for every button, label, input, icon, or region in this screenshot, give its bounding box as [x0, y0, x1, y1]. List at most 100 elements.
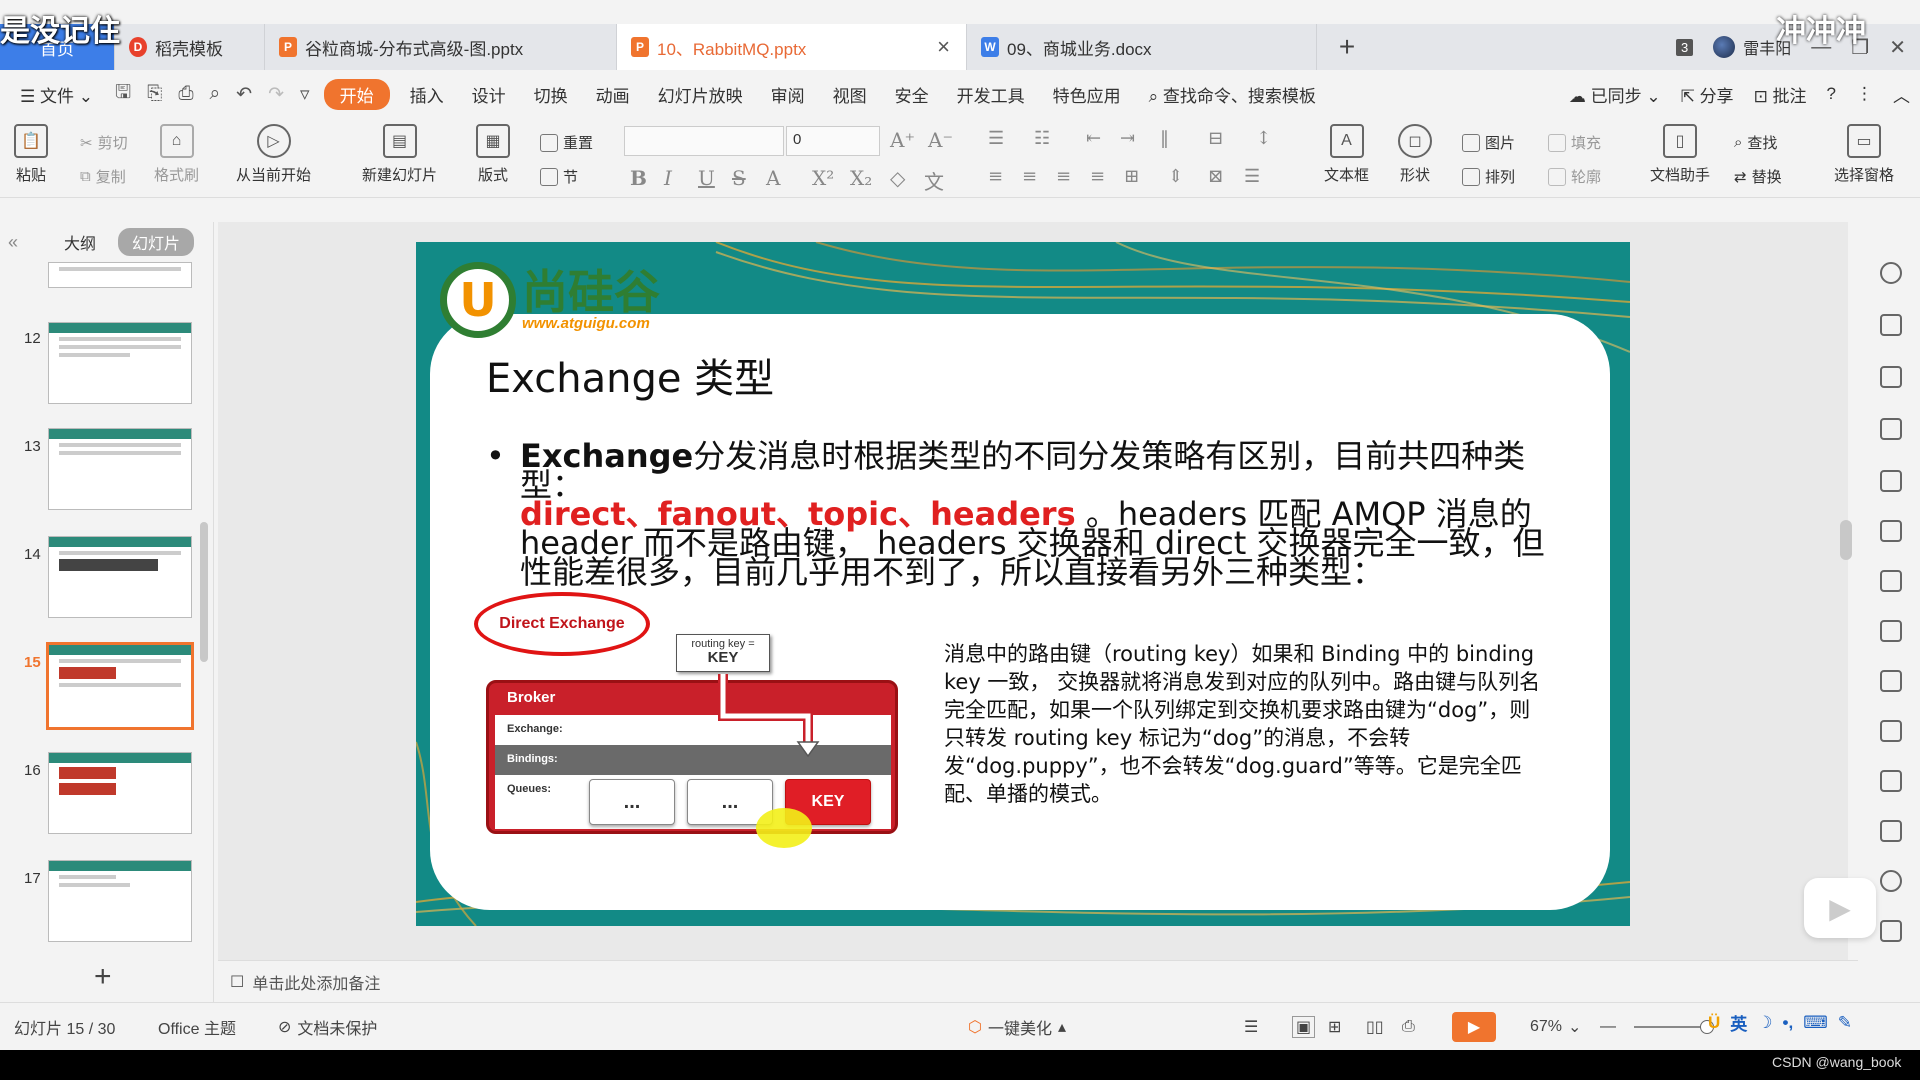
section-button[interactable]: 节 [540, 166, 578, 187]
direct-exchange-description[interactable]: 消息中的路由键（routing key）如果和 Binding 中的 bindi… [944, 640, 1544, 808]
redo-icon[interactable]: ↷ [260, 83, 292, 106]
font-family-select[interactable] [624, 126, 784, 156]
picture-button[interactable]: 图片 [1462, 132, 1515, 153]
superscript-icon[interactable]: X² [812, 166, 834, 190]
fill-button[interactable]: 填充 [1548, 132, 1601, 153]
slide-thumbnail-16[interactable] [48, 752, 192, 834]
underline-icon[interactable]: U [698, 166, 715, 190]
arrange-button[interactable]: 排列 [1462, 166, 1515, 187]
columns-icon[interactable]: ‖ [1160, 128, 1169, 149]
strikethrough-icon[interactable]: S [732, 166, 746, 190]
help-icon[interactable]: ? [1827, 84, 1836, 104]
scrollbar-thumb[interactable] [1840, 520, 1852, 560]
star-icon[interactable] [1880, 262, 1902, 284]
command-search[interactable]: ⌕ 查找命令、搜索模板 [1135, 82, 1330, 107]
paste-button[interactable]: 📋 粘贴 [14, 124, 48, 185]
quick-access-dropdown-icon[interactable]: ▿ [292, 83, 318, 106]
distribute-icon[interactable]: ⊞ [1124, 166, 1139, 187]
file-menu[interactable]: ☰ 文件 ⌄ [0, 82, 107, 107]
shield-icon[interactable] [1880, 920, 1902, 942]
tab-outline[interactable]: 大纲 [64, 230, 96, 254]
increase-font-icon[interactable]: A⁺ [890, 128, 915, 152]
presenter-view-icon[interactable]: ⎙ [1402, 1018, 1415, 1036]
font-size-select[interactable]: 0 [786, 126, 880, 156]
save-icon[interactable]: 🖫 [107, 78, 139, 110]
numbered-list-icon[interactable]: ☷ [1034, 128, 1050, 149]
format-painter-button[interactable]: ⌂ 格式刷 [154, 124, 199, 185]
align-left-icon[interactable]: ≡ [988, 166, 1003, 187]
align-right-icon[interactable]: ≡ [1056, 166, 1071, 187]
copy-button[interactable]: ⧉ 复制 [80, 166, 126, 187]
tab-doc-guli-pptx[interactable]: P 谷粒商城-分布式高级-图.pptx [265, 24, 617, 70]
indent-icon[interactable]: ⇥ [1120, 128, 1135, 149]
outdent-icon[interactable]: ⇤ [1086, 128, 1101, 149]
decrease-font-icon[interactable]: A⁻ [928, 128, 953, 152]
justify-icon[interactable]: ≡ [1090, 166, 1105, 187]
tab-slides[interactable]: 幻灯片 [118, 228, 195, 256]
reading-view-icon[interactable]: ▯▯ [1366, 1017, 1384, 1037]
clear-format-icon[interactable]: ◇ [890, 166, 905, 190]
menu-tab-security[interactable]: 安全 [881, 82, 943, 107]
zoom-slider[interactable] [1634, 1020, 1714, 1034]
reset-button[interactable]: 重置 [540, 132, 593, 153]
chart-icon[interactable] [1880, 570, 1902, 592]
menu-tab-features[interactable]: 特色应用 [1039, 82, 1135, 107]
cut-button[interactable]: ✂ 剪切 [80, 132, 128, 153]
italic-icon[interactable]: I [664, 166, 672, 190]
current-slide[interactable]: U 尚硅谷 www.atguigu.com Exchange 类型 • Exch… [416, 242, 1630, 926]
new-slide-button[interactable]: ▤ 新建幻灯片 [362, 124, 437, 185]
zoom-level[interactable]: 67% ⌄ [1530, 1017, 1581, 1037]
slide-title[interactable]: Exchange 类型 [486, 346, 774, 404]
thumbnail-scrollbar[interactable] [200, 522, 208, 662]
table-icon[interactable] [1880, 470, 1902, 492]
layout-button[interactable]: ▦ 版式 [476, 124, 510, 185]
library-icon[interactable] [1880, 770, 1902, 792]
menu-tab-developer[interactable]: 开发工具 [943, 82, 1039, 107]
more-icon[interactable]: ⋮ [1856, 84, 1873, 104]
para-spacing-icon[interactable]: ⇕ [1168, 166, 1183, 187]
collapse-ribbon-icon[interactable]: ︿ [1893, 82, 1910, 107]
print-preview-icon[interactable]: ⌕ [202, 83, 229, 105]
zoom-out-icon[interactable]: — [1600, 1018, 1616, 1036]
selection-pane-button[interactable]: ▭ 选择窗格 [1834, 124, 1894, 185]
theme-name[interactable]: Office 主题 [158, 1015, 236, 1039]
slide-thumbnail-11[interactable] [48, 262, 192, 288]
bullet-list-icon[interactable]: ☰ [988, 128, 1004, 149]
subscript-icon[interactable]: X₂ [850, 166, 872, 190]
slide-thumbnail-14[interactable] [48, 536, 192, 618]
notes-area[interactable]: ☐ 单击此处添加备注 [218, 960, 1858, 1002]
grid-icon[interactable] [1880, 520, 1902, 542]
slide-thumbnail-12[interactable] [48, 322, 192, 404]
close-tab-icon[interactable]: × [937, 34, 950, 60]
picture-tool-icon[interactable] [1880, 670, 1902, 692]
bold-icon[interactable]: B [630, 166, 647, 190]
tab-doc-rabbitmq-pptx[interactable]: P 10、RabbitMQ.pptx × [617, 24, 967, 70]
text-align-icon[interactable]: ☰ [1244, 166, 1260, 187]
tab-docer-templates[interactable]: D 稻壳模板 [115, 24, 265, 70]
outline-button[interactable]: 轮廓 [1548, 166, 1601, 187]
menu-tab-insert[interactable]: 插入 [396, 82, 458, 107]
window-count-badge[interactable]: 3 [1676, 38, 1694, 56]
style-icon[interactable] [1880, 418, 1902, 440]
comment-button[interactable]: ⊡ 批注 [1754, 82, 1807, 107]
menu-tab-start[interactable]: 开始 [323, 78, 390, 110]
slide-thumbnail-13[interactable] [48, 428, 192, 510]
textbox-button[interactable]: A 文本框 [1324, 124, 1369, 185]
adjust-icon[interactable] [1880, 620, 1902, 642]
beautify-button[interactable]: ⬡ 一键美化 ▴ [968, 1015, 1066, 1039]
line-spacing-icon[interactable]: ↕ [1256, 128, 1271, 149]
menu-tab-view[interactable]: 视图 [819, 82, 881, 107]
align-center-icon[interactable]: ≡ [1022, 166, 1037, 187]
protect-status[interactable]: ⊘ 文档未保护 [278, 1015, 377, 1039]
doc-assistant-button[interactable]: ▯ 文档助手 [1650, 124, 1710, 185]
font-color-icon[interactable]: A [766, 166, 780, 190]
normal-view-icon[interactable]: ▣ [1292, 1015, 1316, 1038]
image-icon[interactable] [1880, 820, 1902, 842]
smartart-icon[interactable]: ⊠ [1208, 166, 1223, 187]
slideshow-button[interactable]: ▶ [1452, 1011, 1496, 1042]
notes-view-icon[interactable]: ☰ [1244, 1017, 1258, 1037]
close-window-icon[interactable]: ✕ [1889, 35, 1906, 60]
find-button[interactable]: ⌕ 查找 [1734, 132, 1777, 153]
canvas-scrollbar[interactable] [1836, 222, 1856, 962]
slide-thumbnail-15[interactable] [46, 642, 194, 730]
